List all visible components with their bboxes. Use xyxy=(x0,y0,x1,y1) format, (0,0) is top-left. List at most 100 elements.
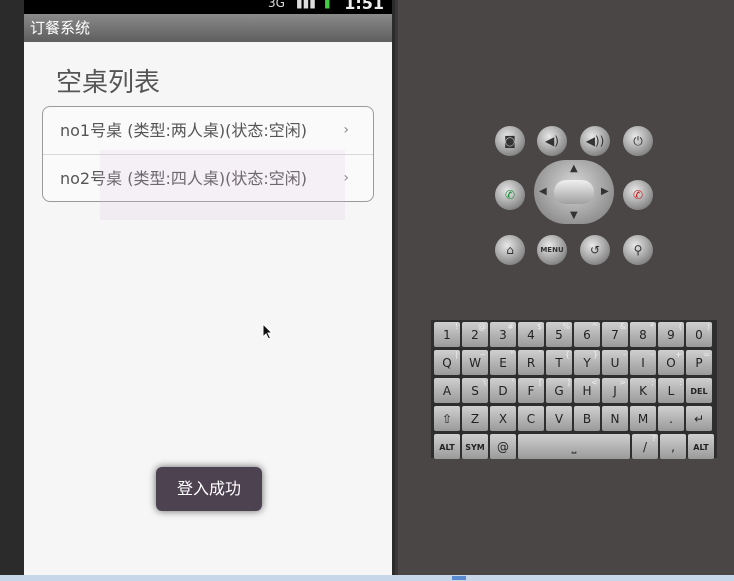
key-label: ALT xyxy=(693,443,709,452)
key-alt-label: : xyxy=(679,378,682,387)
dpad-left-icon[interactable]: ◀ xyxy=(539,186,547,197)
signal-icon: ▮▮▮ xyxy=(296,0,316,10)
key-4-3[interactable]: ⎵ xyxy=(518,434,630,459)
key-alt-label: [ xyxy=(538,378,542,387)
menu-button[interactable]: MENU xyxy=(537,235,567,265)
back-icon[interactable]: ↺ xyxy=(580,235,610,265)
key-3-8[interactable]: . xyxy=(658,406,684,431)
list-item[interactable]: no2号桌 (类型:四人桌)(状态:空闲) › xyxy=(43,154,373,201)
key-2-6[interactable]: J > xyxy=(602,378,628,403)
network-type: 3G xyxy=(268,0,285,10)
key-alt-label: & xyxy=(619,322,626,331)
key-alt-label: @ xyxy=(478,322,486,331)
key-2-7[interactable]: K; xyxy=(630,378,656,403)
key-label: L xyxy=(667,384,675,398)
key-alt-label: # xyxy=(507,322,514,331)
key-alt-label: ( xyxy=(678,322,682,331)
key-3-0[interactable]: ⇧ xyxy=(434,406,460,431)
key-label: X xyxy=(498,412,508,426)
call-icon[interactable]: ✆ xyxy=(495,180,525,210)
key-alt-label: - xyxy=(651,350,654,359)
key-3-3[interactable]: C xyxy=(518,406,544,431)
key-label: P xyxy=(695,356,703,370)
key-alt-label: $ xyxy=(536,322,542,331)
power-icon[interactable]: ⏻ xyxy=(623,126,653,156)
end-call-icon[interactable]: ✆ xyxy=(623,180,653,210)
key-2-0[interactable]: A xyxy=(434,378,460,403)
key-label: I xyxy=(641,356,645,370)
key-2-4[interactable]: G] xyxy=(546,378,572,403)
key-2-8[interactable]: L: xyxy=(658,378,684,403)
status-time: 1:51 xyxy=(344,0,384,13)
key-1-0[interactable]: Q | xyxy=(434,350,460,375)
key-alt-label: ] xyxy=(566,378,570,387)
key-alt-label: + xyxy=(675,350,682,359)
key-label: SYM xyxy=(465,443,485,452)
key-alt-label: ^ xyxy=(591,322,598,331)
battery-icon: ▮ xyxy=(324,0,331,10)
key-alt-label: < xyxy=(591,378,598,387)
dpad-up-icon[interactable]: ▲ xyxy=(570,163,578,174)
key-label: 6 xyxy=(583,328,591,342)
key-3-2[interactable]: X xyxy=(490,406,516,431)
emulator-control-panel xyxy=(398,0,734,575)
key-label: ↵ xyxy=(693,412,705,426)
table-list: no1号桌 (类型:两人桌)(状态:空闲) › no2号桌 (类型:四人桌)(状… xyxy=(42,106,374,202)
key-3-9[interactable]: ↵ xyxy=(686,406,712,431)
app-title-bar: 订餐系统 xyxy=(24,14,392,42)
key-alt-label: % xyxy=(562,322,570,331)
key-1-9[interactable]: P = xyxy=(686,350,712,375)
key-label: K xyxy=(639,384,647,398)
key-label: 4 xyxy=(527,328,535,342)
key-alt-label: } xyxy=(592,350,598,359)
taskbar-tab[interactable] xyxy=(452,576,466,580)
status-bar: 3G ▮▮▮ ▮ 1:51 xyxy=(24,0,392,14)
key-label: ⎵ xyxy=(571,440,577,454)
key-4-1[interactable]: SYM xyxy=(462,434,488,459)
key-4-2[interactable]: @ xyxy=(490,434,516,459)
key-label: 7 xyxy=(611,328,619,342)
key-alt-label: ) xyxy=(706,322,710,331)
camera-icon[interactable]: ◙ xyxy=(495,126,525,156)
key-2-3[interactable]: F[ xyxy=(518,378,544,403)
volume-up-icon[interactable]: ◀)) xyxy=(580,126,610,156)
app-title: 订餐系统 xyxy=(30,19,91,37)
key-label: @ xyxy=(497,440,509,454)
chevron-right-icon: › xyxy=(343,122,349,138)
key-3-6[interactable]: N xyxy=(602,406,628,431)
volume-down-icon[interactable]: ◀) xyxy=(537,126,567,156)
key-2-2[interactable]: D ' xyxy=(490,378,516,403)
key-2-1[interactable]: S \ xyxy=(462,378,488,403)
menu-label: MENU xyxy=(540,246,564,254)
key-4-0[interactable]: ALT xyxy=(434,434,460,459)
list-item[interactable]: no1号桌 (类型:两人桌)(状态:空闲) › xyxy=(43,107,373,154)
key-label: Y xyxy=(583,356,591,370)
dpad-center-button[interactable] xyxy=(554,180,594,204)
key-label: R xyxy=(526,356,536,370)
key-alt-label: ! xyxy=(454,322,458,331)
dpad-right-icon[interactable]: ▶ xyxy=(601,186,609,197)
key-4-5[interactable]: , xyxy=(660,434,686,459)
search-icon[interactable]: ⚲ xyxy=(623,235,653,265)
key-2-9[interactable]: DEL xyxy=(686,378,712,403)
key-4-4[interactable]: /? xyxy=(632,434,658,459)
key-alt-label: | xyxy=(455,350,458,359)
key-alt-label: - xyxy=(623,350,626,359)
key-2-5[interactable]: H < xyxy=(574,378,600,403)
dpad-down-icon[interactable]: ▼ xyxy=(570,210,578,221)
dpad[interactable]: ▲ ▼ ◀ ▶ xyxy=(534,160,614,224)
page-title: 空桌列表 xyxy=(56,68,161,98)
key-alt-label: = xyxy=(703,350,710,359)
key-alt-label: ; xyxy=(651,378,654,387)
key-4-6[interactable]: ALT xyxy=(688,434,714,459)
key-label: . xyxy=(669,412,673,426)
home-icon[interactable]: ⌂ xyxy=(495,235,525,265)
key-alt-label: ~ xyxy=(479,350,486,359)
key-label: J xyxy=(613,384,617,398)
key-3-1[interactable]: Z xyxy=(462,406,488,431)
key-alt-label: > xyxy=(619,378,626,387)
key-alt-label: ' xyxy=(511,378,514,387)
key-label: S xyxy=(471,384,479,398)
key-3-5[interactable]: B xyxy=(574,406,600,431)
key-3-4[interactable]: V xyxy=(546,406,572,431)
